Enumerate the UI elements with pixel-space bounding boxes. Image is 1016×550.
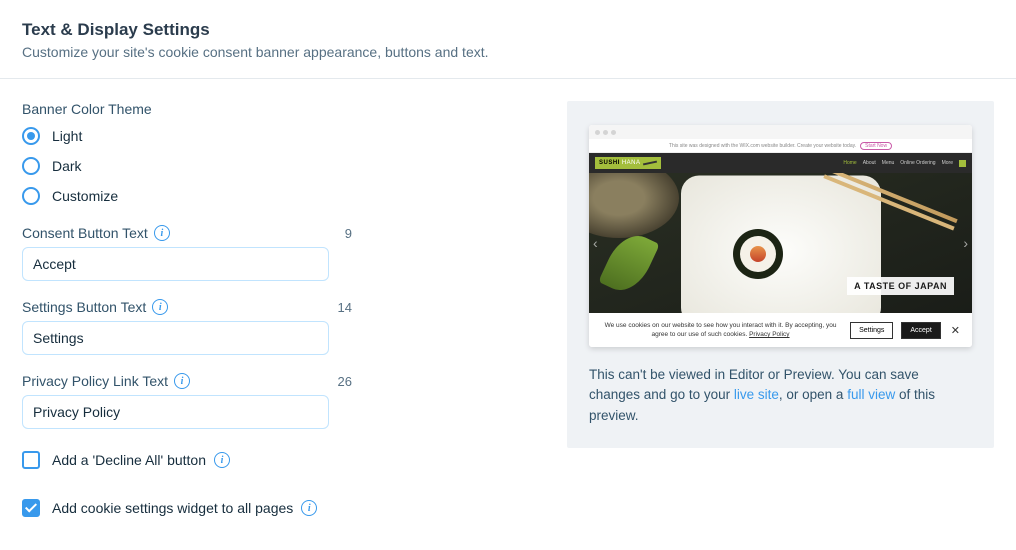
radio-icon (22, 187, 40, 205)
settings-field-label: Settings Button Text i (22, 299, 168, 315)
nav-more[interactable]: More (942, 160, 953, 166)
consent-input[interactable] (22, 247, 329, 281)
consent-char-count: 9 (345, 226, 352, 241)
brand-text-a: SUSHI (599, 160, 620, 166)
radio-icon (22, 127, 40, 145)
checkbox-icon (22, 499, 40, 517)
privacy-field-label: Privacy Policy Link Text i (22, 373, 190, 389)
page-subtitle: Customize your site's cookie consent ban… (22, 44, 994, 60)
radio-icon (22, 157, 40, 175)
carousel-prev-icon[interactable]: ‹ (593, 235, 598, 251)
nav-menu[interactable]: Menu (882, 160, 895, 166)
info-icon[interactable]: i (152, 299, 168, 315)
chopstick-icon (642, 161, 656, 166)
checkbox-label: Add cookie settings widget to all pages … (52, 500, 317, 516)
brand-text-b: HANA (622, 160, 641, 166)
close-icon[interactable]: ✕ (949, 324, 962, 337)
note-text: , or open a (779, 387, 847, 402)
nav-home[interactable]: Home (843, 160, 856, 166)
decline-checkbox-row[interactable]: Add a 'Decline All' button i (22, 451, 352, 469)
nav-order[interactable]: Online Ordering (900, 160, 935, 166)
radio-label: Customize (52, 188, 118, 204)
cookie-banner-text: We use cookies on our website to see how… (599, 321, 842, 339)
wix-banner-text: This site was designed with the WIX.com … (669, 143, 856, 149)
nav-about[interactable]: About (863, 160, 876, 166)
cart-icon[interactable] (959, 160, 966, 167)
preview-panel: This site was designed with the WIX.com … (567, 101, 994, 448)
wix-banner: This site was designed with the WIX.com … (589, 139, 972, 153)
consent-field-label: Consent Button Text i (22, 225, 170, 241)
leaf-graphic (598, 227, 660, 298)
widget-checkbox-row[interactable]: Add cookie settings widget to all pages … (22, 499, 352, 517)
label-text: Add a 'Decline All' button (52, 452, 206, 468)
window-dot-icon (611, 130, 616, 135)
radio-label: Dark (52, 158, 82, 174)
hero-image: ‹ › A TASTE OF JAPAN (589, 173, 972, 313)
settings-input[interactable] (22, 321, 329, 355)
preview-browser: This site was designed with the WIX.com … (589, 125, 972, 347)
label-text: Privacy Policy Link Text (22, 373, 168, 389)
info-icon[interactable]: i (301, 500, 317, 516)
theme-radio-group: Light Dark Customize (22, 127, 352, 205)
radio-label: Light (52, 128, 82, 144)
cookie-banner: We use cookies on our website to see how… (589, 313, 972, 347)
window-dot-icon (603, 130, 608, 135)
hero-caption: A TASTE OF JAPAN (847, 277, 954, 295)
cookie-privacy-link[interactable]: Privacy Policy (749, 331, 789, 338)
settings-form: Banner Color Theme Light Dark Customize (22, 101, 352, 517)
info-icon[interactable]: i (214, 452, 230, 468)
cookie-text-body: We use cookies on our website to see how… (605, 322, 837, 338)
cookie-settings-button[interactable]: Settings (850, 322, 893, 339)
site-nav: Home About Menu Online Ordering More (843, 160, 966, 167)
sushi-graphic (733, 229, 783, 279)
info-icon[interactable]: i (174, 373, 190, 389)
settings-char-count: 14 (338, 300, 352, 315)
divider (0, 78, 1016, 79)
start-now-button[interactable]: Start Now (860, 142, 892, 150)
preview-note: This can't be viewed in Editor or Previe… (589, 365, 972, 426)
live-site-link[interactable]: live site (734, 387, 779, 402)
site-header: SUSHI HANA Home About Menu Online Orderi… (589, 153, 972, 173)
label-text: Settings Button Text (22, 299, 146, 315)
checkbox-label: Add a 'Decline All' button i (52, 452, 230, 468)
page-title: Text & Display Settings (22, 20, 994, 40)
checkbox-icon (22, 451, 40, 469)
browser-titlebar (589, 125, 972, 139)
theme-option-light[interactable]: Light (22, 127, 352, 145)
cookie-accept-button[interactable]: Accept (901, 322, 940, 339)
carousel-next-icon[interactable]: › (963, 235, 968, 251)
window-dot-icon (595, 130, 600, 135)
rice-graphic (740, 236, 776, 272)
label-text: Consent Button Text (22, 225, 148, 241)
theme-option-dark[interactable]: Dark (22, 157, 352, 175)
full-view-link[interactable]: full view (847, 387, 895, 402)
theme-option-customize[interactable]: Customize (22, 187, 352, 205)
site-logo: SUSHI HANA (595, 157, 661, 169)
filling-graphic (750, 246, 766, 262)
label-text: Add cookie settings widget to all pages (52, 500, 293, 516)
info-icon[interactable]: i (154, 225, 170, 241)
privacy-char-count: 26 (338, 374, 352, 389)
bowl-graphic (589, 173, 679, 238)
privacy-input[interactable] (22, 395, 329, 429)
theme-label: Banner Color Theme (22, 101, 352, 117)
